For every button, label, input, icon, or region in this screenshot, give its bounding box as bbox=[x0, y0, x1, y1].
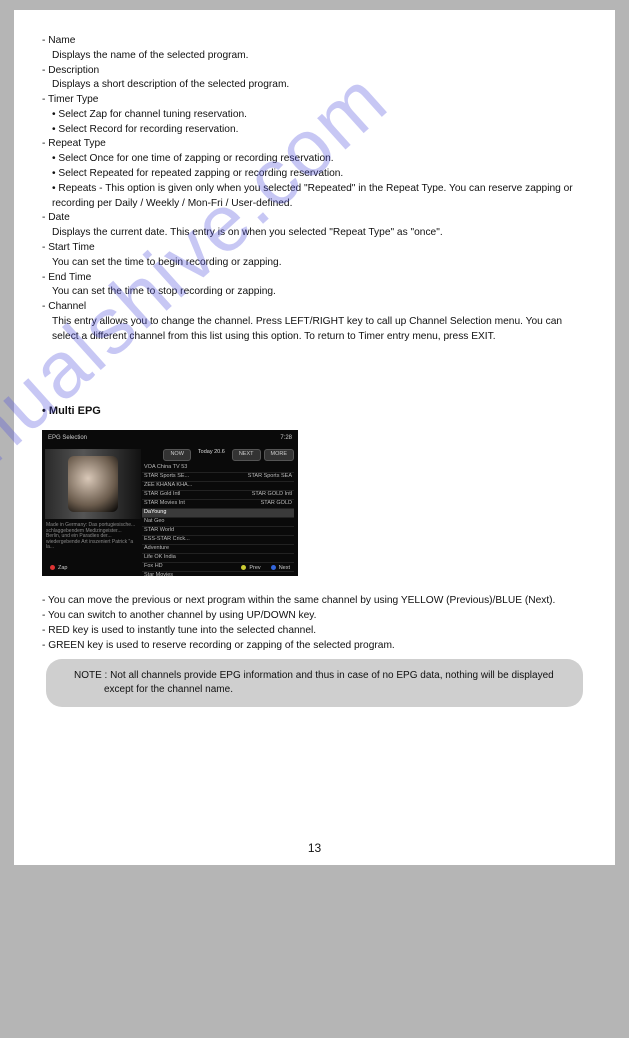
channel-desc: This entry allows you to change the chan… bbox=[42, 315, 587, 345]
red-dot-icon bbox=[50, 565, 55, 570]
repeat-type-b2: • Select Repeated for repeated zapping o… bbox=[42, 167, 587, 182]
next-label: Next bbox=[279, 565, 290, 571]
epg-more-button[interactable]: MORE bbox=[264, 449, 295, 461]
repeat-type-b1: • Select Once for one time of zapping or… bbox=[42, 152, 587, 167]
list-item: Adventure bbox=[142, 545, 294, 554]
prev-label: Prev bbox=[249, 565, 260, 571]
end-time-label: - End Time bbox=[42, 271, 587, 286]
name-desc: Displays the name of the selected progra… bbox=[42, 49, 587, 64]
section-repeat-type: - Repeat Type • Select Once for one time… bbox=[42, 137, 587, 211]
list-item: Nat Geo bbox=[142, 518, 294, 527]
page-number: 13 bbox=[14, 840, 615, 857]
epg-time: 7:28 bbox=[280, 434, 292, 443]
zap-label: Zap bbox=[58, 565, 67, 571]
date-desc: Displays the current date. This entry is… bbox=[42, 226, 587, 241]
epg-screenshot: EPG Selection 7:28 Made in Germany: Das … bbox=[42, 430, 298, 576]
list-item: STAR Gold IntlSTAR GOLD Intl bbox=[142, 491, 294, 500]
section-start-time: - Start Time You can set the time to beg… bbox=[42, 241, 587, 271]
description-label: - Description bbox=[42, 64, 587, 79]
multi-epg-b1: - You can move the previous or next prog… bbox=[42, 594, 587, 609]
manual-page: manualshive.com - Name Displays the name… bbox=[14, 10, 615, 865]
section-timer-type: - Timer Type • Select Zap for channel tu… bbox=[42, 93, 587, 137]
blue-dot-icon bbox=[271, 565, 276, 570]
list-item: STAR Sports SE...STAR Sports SEA bbox=[142, 473, 294, 482]
start-time-desc: You can set the time to begin recording … bbox=[42, 256, 587, 271]
section-end-time: - End Time You can set the time to stop … bbox=[42, 271, 587, 301]
section-date: - Date Displays the current date. This e… bbox=[42, 211, 587, 241]
epg-next-button[interactable]: NEXT bbox=[232, 449, 261, 461]
section-channel: - Channel This entry allows you to chang… bbox=[42, 300, 587, 344]
timer-type-label: - Timer Type bbox=[42, 93, 587, 108]
epg-now-button[interactable]: NOW bbox=[163, 449, 190, 461]
list-item: VOA China TV 53 bbox=[142, 464, 294, 473]
end-time-desc: You can set the time to stop recording o… bbox=[42, 285, 587, 300]
yellow-dot-icon bbox=[241, 565, 246, 570]
epg-desc-text: Made in Germany: Das portugiesische...sc… bbox=[42, 521, 142, 553]
multi-epg-b3: - RED key is used to instantly tune into… bbox=[42, 624, 587, 639]
list-item: STAR World bbox=[142, 527, 294, 536]
repeat-type-b3: • Repeats - This option is given only wh… bbox=[42, 182, 587, 212]
list-item: STAR Movies IntSTAR GOLD bbox=[142, 500, 294, 509]
section-description: - Description Displays a short descripti… bbox=[42, 64, 587, 94]
date-label: - Date bbox=[42, 211, 587, 226]
start-time-label: - Start Time bbox=[42, 241, 587, 256]
description-desc: Displays a short description of the sele… bbox=[42, 78, 587, 93]
timer-type-b1: • Select Zap for channel tuning reservat… bbox=[42, 108, 587, 123]
list-item: ESS-STAR Crick... bbox=[142, 536, 294, 545]
multi-epg-b2: - You can switch to another channel by u… bbox=[42, 609, 587, 624]
channel-label: - Channel bbox=[42, 300, 587, 315]
epg-channel-list: VOA China TV 53 STAR Sports SE...STAR Sp… bbox=[142, 463, 294, 576]
section-name: - Name Displays the name of the selected… bbox=[42, 34, 587, 64]
list-item: DaYoung bbox=[142, 509, 294, 518]
repeat-type-label: - Repeat Type bbox=[42, 137, 587, 152]
epg-preview-image bbox=[45, 449, 141, 519]
epg-date-label: Today 20.6 bbox=[198, 449, 225, 461]
epg-footer: Zap Prev Next bbox=[42, 565, 298, 573]
epg-title: EPG Selection bbox=[48, 434, 87, 443]
multi-epg-b4: - GREEN key is used to reserve recording… bbox=[42, 639, 587, 654]
note-box: NOTE : Not all channels provide EPG info… bbox=[46, 659, 583, 707]
multi-epg-heading: • Multi EPG bbox=[42, 404, 587, 420]
name-label: - Name bbox=[42, 34, 587, 49]
list-item: Life OK India bbox=[142, 554, 294, 563]
list-item: ZEE KHANA KHA... bbox=[142, 482, 294, 491]
timer-type-b2: • Select Record for recording reservatio… bbox=[42, 123, 587, 138]
